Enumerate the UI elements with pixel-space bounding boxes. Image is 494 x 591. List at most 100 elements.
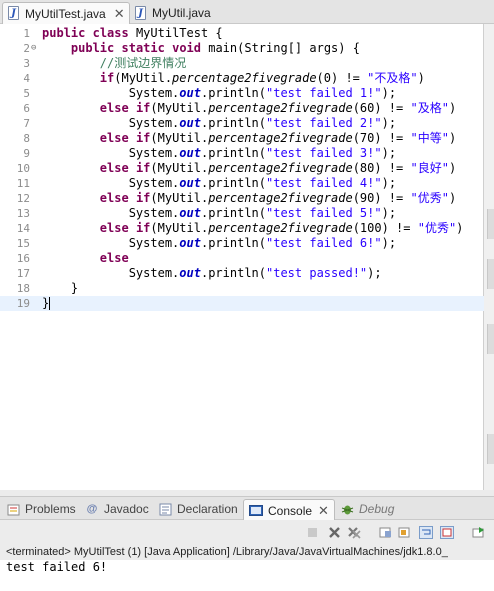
code-token: System. (42, 176, 180, 190)
show-console-on-output-icon[interactable] (440, 525, 454, 539)
code-line[interactable]: 18 } (0, 281, 484, 296)
close-icon[interactable]: ✕ (114, 6, 125, 22)
code-line[interactable]: 12 else if(MyUtil.percentage2fivegrade(9… (0, 191, 484, 206)
code-line[interactable]: 1 public class MyUtilTest { (0, 26, 484, 41)
tab-declaration[interactable]: Declaration (158, 500, 238, 518)
code-line[interactable]: 4 if(MyUtil.percentage2fivegrade(0) != "… (0, 71, 484, 86)
code-line[interactable]: 9 System.out.println("test failed 3!"); (0, 146, 484, 161)
word-wrap-icon[interactable] (419, 525, 433, 539)
code-token: "不及格" (367, 71, 418, 85)
tab-problems[interactable]: Problems (6, 500, 76, 518)
code-token: if (135, 101, 151, 115)
javadoc-icon: @ (86, 503, 98, 515)
code-token: percentage2fivegrade (208, 191, 353, 205)
tab-console[interactable]: Console ✕ (243, 499, 335, 521)
code-line[interactable]: 17 System.out.println("test passed!"); (0, 266, 484, 281)
clear-console-icon[interactable] (378, 525, 392, 539)
code-token: out (179, 236, 201, 250)
code-token: "test failed 2!" (266, 116, 382, 130)
code-token: percentage2fivegrade (208, 101, 353, 115)
scroll-lock-icon[interactable] (397, 525, 411, 539)
problems-icon (6, 502, 20, 516)
fold-toggle-icon[interactable]: ⊖ (31, 41, 36, 56)
tab-javadoc[interactable]: @ Javadoc (85, 500, 149, 518)
code-token: ) (456, 221, 464, 235)
code-token: if (135, 221, 151, 235)
code-token: else (99, 191, 129, 205)
code-token: ); (367, 266, 382, 280)
code-text: else if(MyUtil.percentage2fivegrade(80) … (42, 161, 456, 176)
code-line[interactable]: 11 System.out.println("test failed 4!"); (0, 176, 484, 191)
code-line[interactable]: 7 System.out.println("test failed 2!"); (0, 116, 484, 131)
code-token: "优秀" (417, 221, 457, 235)
line-number: 11 (16, 177, 30, 190)
code-line[interactable]: 8 else if(MyUtil.percentage2fivegrade(70… (0, 131, 484, 146)
code-line[interactable]: 16 else (0, 251, 484, 266)
overview-ruler (484, 24, 494, 490)
code-token: "test failed 6!" (266, 236, 382, 250)
ruler-marker (487, 209, 494, 239)
code-token: (0) != (316, 71, 368, 85)
code-token: "良好" (410, 161, 449, 175)
code-line[interactable]: 3 //测试边界情况 (0, 56, 484, 71)
code-token: else (99, 221, 129, 235)
code-line[interactable]: 2 ⊖ public static void main(String[] args… (0, 41, 484, 56)
ruler-marker (487, 324, 494, 354)
code-token: "test failed 1!" (266, 86, 382, 100)
code-line[interactable]: 13 System.out.println("test failed 5!"); (0, 206, 484, 221)
code-token: if (135, 191, 151, 205)
code-token: .println( (200, 206, 266, 220)
remove-all-terminated-icon[interactable] (347, 525, 361, 539)
code-token: (MyUtil. (114, 71, 173, 85)
code-text: if(MyUtil.percentage2fivegrade(0) != "不及… (42, 71, 425, 86)
code-line[interactable]: 6 else if(MyUtil.percentage2fivegrade(60… (0, 101, 484, 116)
code-token: public (42, 26, 86, 40)
code-text: else if(MyUtil.percentage2fivegrade(90) … (42, 191, 456, 206)
code-token: "test failed 4!" (266, 176, 382, 190)
line-number: 19 (16, 297, 30, 310)
tab-myutil-java[interactable]: J MyUtil.java (130, 2, 230, 24)
code-line[interactable]: 10 else if(MyUtil.percentage2fivegrade(8… (0, 161, 484, 176)
code-token: void (172, 41, 201, 55)
ruler-marker (487, 434, 494, 464)
code-token: "test passed!" (266, 266, 368, 280)
code-token: System. (42, 146, 180, 160)
tab-myutiltest-java[interactable]: J MyUtilTest.java ✕ (2, 2, 130, 24)
tab-label: MyUtil.java (152, 6, 211, 20)
line-number: 1 (23, 27, 30, 40)
code-token: ); (381, 86, 397, 100)
console-output[interactable]: test failed 6! (0, 560, 494, 591)
pin-console-icon[interactable] (472, 525, 486, 539)
code-token: percentage2fivegrade (208, 161, 353, 175)
code-line[interactable]: 14 else if(MyUtil.percentage2fivegrade(1… (0, 221, 484, 236)
code-editor[interactable]: 1 public class MyUtilTest {2 ⊖ public stat… (0, 24, 484, 490)
debug-icon (340, 502, 354, 516)
code-token: (90) != (352, 191, 411, 205)
code-token: (100) != (352, 221, 418, 235)
code-token: ); (381, 206, 397, 220)
tab-debug[interactable]: Debug (340, 500, 394, 518)
code-token: ); (381, 146, 397, 160)
code-line[interactable]: 5 System.out.println("test failed 1!"); (0, 86, 484, 101)
code-token: .println( (200, 266, 266, 280)
close-icon[interactable]: ✕ (318, 503, 329, 519)
code-token: ) (448, 161, 457, 175)
code-token: .println( (200, 176, 266, 190)
code-line[interactable]: 19} (0, 296, 484, 311)
line-number: 16 (16, 252, 30, 265)
terminate-icon[interactable] (305, 525, 319, 539)
code-token: percentage2fivegrade (172, 71, 317, 85)
code-line[interactable]: 15 System.out.println("test failed 6!"); (0, 236, 484, 251)
remove-launch-icon[interactable] (327, 525, 341, 539)
code-token: ) (417, 71, 425, 85)
code-token: if (135, 131, 151, 145)
code-token: class (92, 26, 129, 40)
